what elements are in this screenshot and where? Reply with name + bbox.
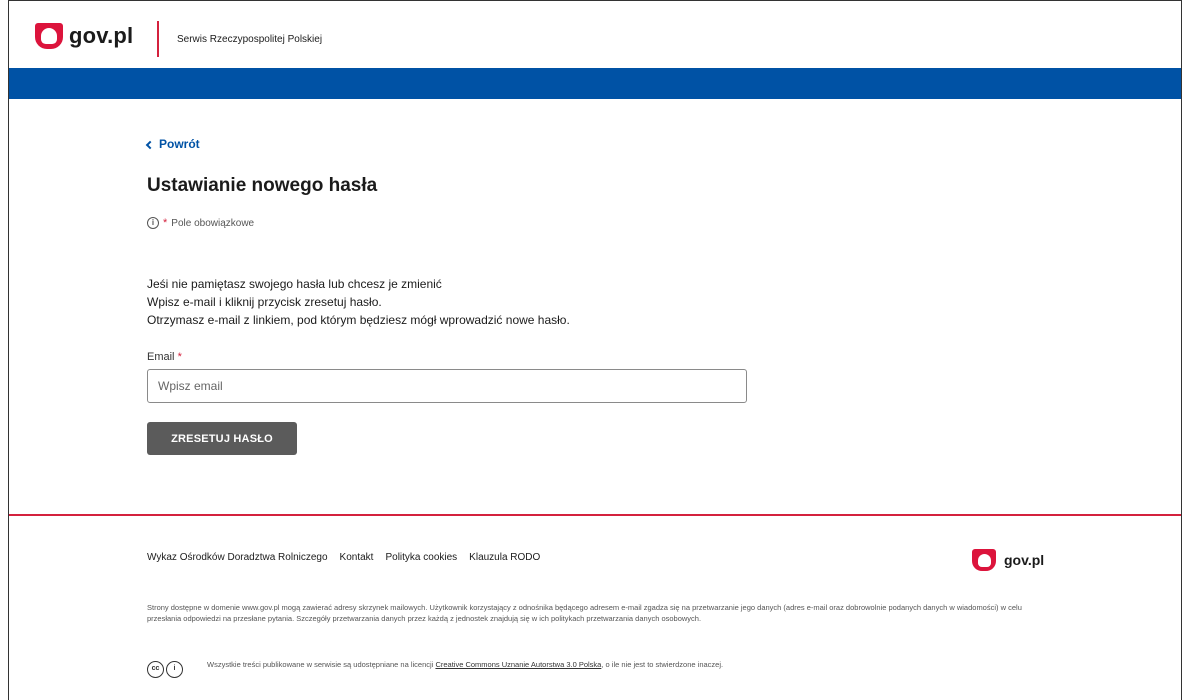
license-text: Wszystkie treści publikowane w serwisie … [207, 659, 767, 670]
footer-link-odr[interactable]: Wykaz Ośrodków Doradztwa Rolniczego [147, 552, 328, 563]
email-input[interactable] [147, 369, 747, 403]
required-note: i * Pole obowiązkowe [147, 217, 254, 229]
creative-commons-icon: cc [147, 661, 164, 678]
license-suffix: , o ile nie jest to stwierdzone inaczej. [601, 660, 724, 669]
footer-link-contact[interactable]: Kontakt [340, 552, 374, 563]
footer-divider [9, 514, 1181, 516]
email-required-star: * [177, 351, 182, 363]
license-prefix: Wszystkie treści publikowane w serwisie … [207, 660, 436, 669]
footer-logo-text: gov.pl [1004, 552, 1045, 568]
polish-eagle-icon [972, 549, 996, 571]
email-disclaimer: Strony dostępne w domenie www.gov.pl mog… [147, 603, 1022, 623]
reset-password-button[interactable]: ZRESETUJ HASŁO [147, 422, 297, 455]
gov-logo[interactable]: gov.pl [35, 23, 133, 49]
footer-link-cookies[interactable]: Polityka cookies [385, 552, 457, 563]
instruction-line: Otrzymasz e-mail z linkiem, pod którym b… [147, 313, 570, 327]
logo-text: gov.pl [69, 23, 134, 48]
required-star: * [163, 217, 168, 229]
blue-banner [9, 68, 1181, 99]
email-label-text: Email [147, 351, 175, 363]
service-name: Serwis Rzeczypospolitej Polskiej [177, 34, 323, 45]
chevron-left-icon [145, 140, 155, 149]
header: gov.pl Serwis Rzeczypospolitej Polskiej [9, 1, 1181, 68]
attribution-icon: i [166, 661, 183, 678]
instructions: Jeśi nie pamiętasz swojego hasła lub chc… [147, 275, 570, 329]
header-divider [157, 21, 159, 57]
cc-icons: cc i [147, 661, 183, 678]
polish-eagle-icon [35, 23, 63, 49]
back-link[interactable]: Powrót [145, 137, 200, 151]
back-link-label: Powrót [159, 137, 200, 151]
license-block: cc i Wszystkie treści publikowane w serw… [147, 659, 767, 678]
footer-link-rodo[interactable]: Klauzula RODO [469, 552, 540, 563]
license-link[interactable]: Creative Commons Uznanie Autorstwa 3.0 P… [435, 660, 601, 669]
page-title: Ustawianie nowego hasła [147, 175, 378, 196]
email-label: Email * [147, 351, 182, 363]
instruction-line: Wpisz e-mail i kliknij przycisk zresetuj… [147, 295, 382, 309]
footer-gov-logo[interactable]: gov.pl [972, 549, 1044, 571]
instruction-line: Jeśi nie pamiętasz swojego hasła lub chc… [147, 277, 442, 291]
footer-links: Wykaz Ośrodków Doradztwa Rolniczego Kont… [147, 552, 540, 563]
page-frame: gov.pl Serwis Rzeczypospolitej Polskiej … [8, 0, 1182, 700]
required-note-text: Pole obowiązkowe [171, 217, 255, 229]
info-icon: i [147, 217, 159, 229]
